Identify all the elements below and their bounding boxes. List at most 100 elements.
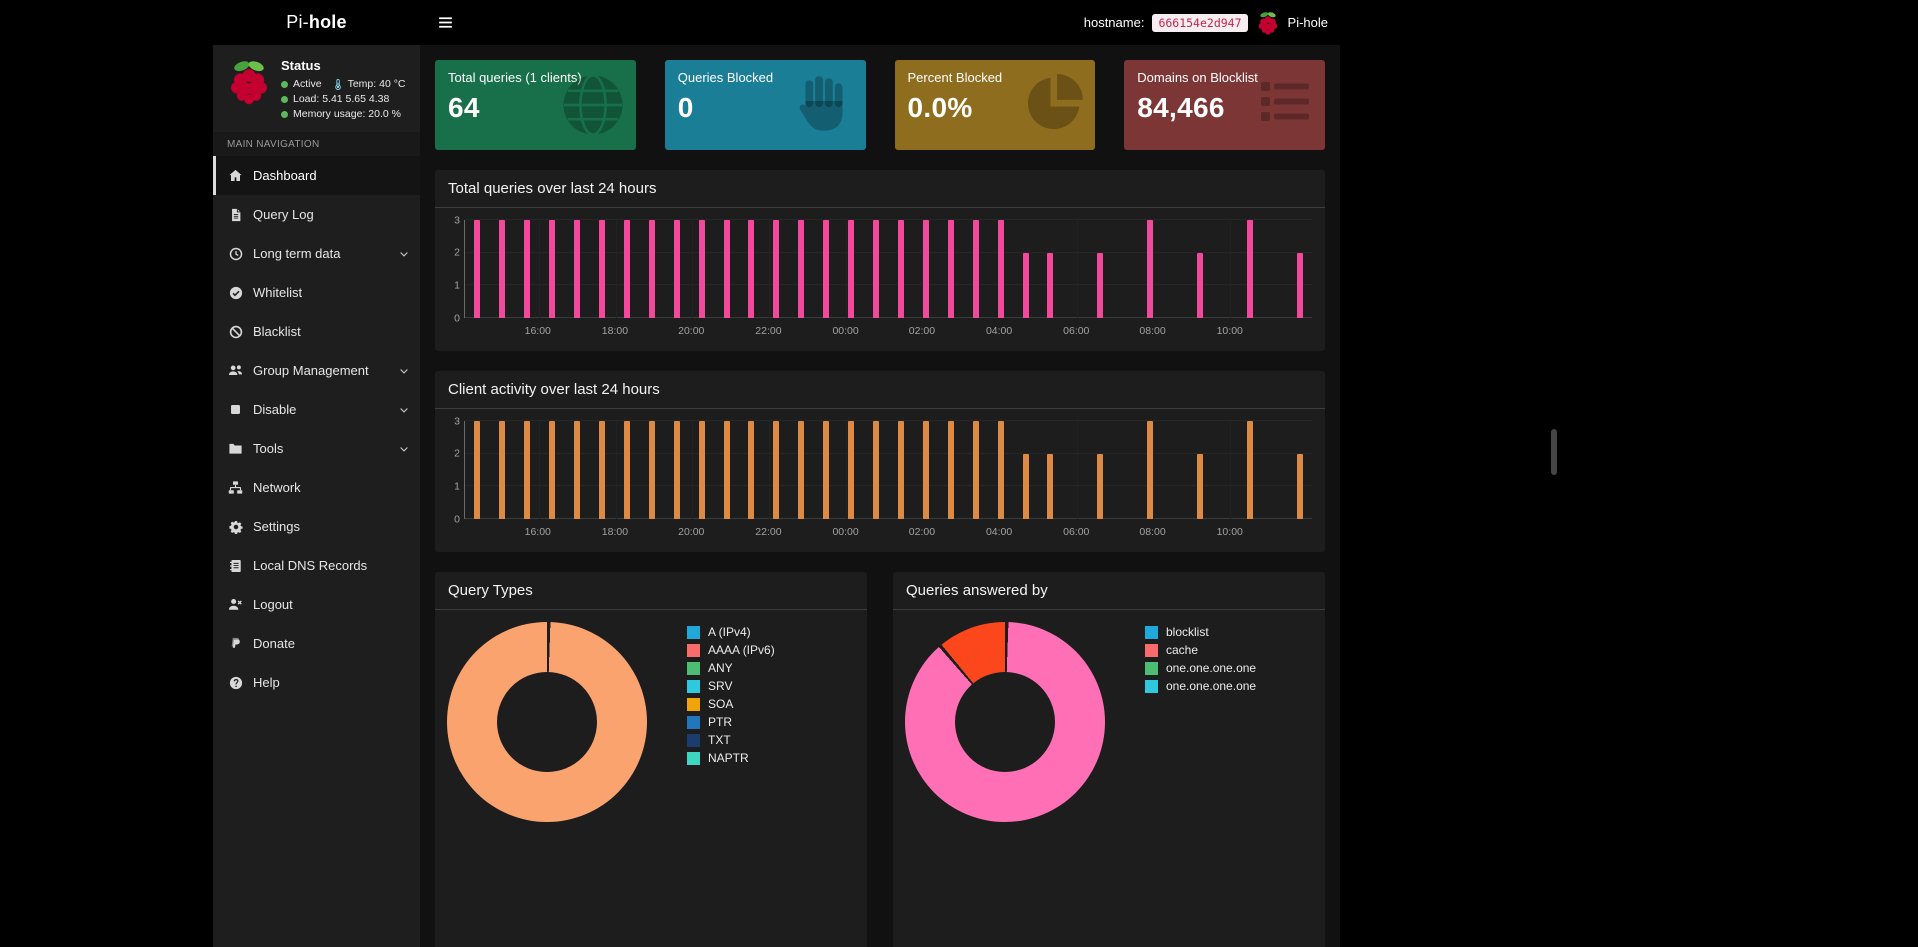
sidebar-item-label: Help [253,675,280,690]
logo-bold: hole [309,12,347,32]
sidebar-item-label: Query Log [253,207,314,222]
sidebar-item-help[interactable]: Help [213,663,420,702]
chart-bar [724,421,730,519]
y-tick-label: 3 [454,215,460,226]
chart-bar [898,421,904,519]
chart-bar [599,421,605,519]
user-times-icon [227,597,244,612]
legend-item-one-one-one-one[interactable]: one.one.one.one [1145,677,1256,695]
sidebar-item-blacklist[interactable]: Blacklist [213,312,420,351]
legend-item-ptr[interactable]: PTR [687,713,775,731]
y-tick-label: 2 [454,448,460,459]
sidebar-item-dashboard[interactable]: Dashboard [213,156,420,195]
legend-item-soa[interactable]: SOA [687,695,775,713]
panel-total-queries: Total queries over last 24 hours 0123 16… [435,170,1325,351]
x-tick-label: 16:00 [525,526,551,538]
chart-bar [773,220,779,318]
legend-label: A (IPv4) [708,625,751,639]
sidebar-item-label: Local DNS Records [253,558,367,573]
legend-item-any[interactable]: ANY [687,659,775,677]
queries-answered-by-donut-chart[interactable] [905,622,1105,822]
panel-queries-answered-by: Queries answered by blocklistcacheone.on… [893,572,1325,947]
legend-label: one.one.one.one [1166,661,1256,675]
gridline [465,219,1312,220]
chart-bar [948,220,954,318]
query-types-legend: A (IPv4) AAAA (IPv6)ANYSRVSOA PTR TXTNAPTR [687,622,775,822]
topbar: Pi-hole hostname: 666154e2d947 Pi-hole [213,0,1340,45]
legend-label: blocklist [1166,625,1209,639]
legend-swatch [1145,680,1158,693]
status-text: Memory usage: 20.0 % [293,108,401,120]
chart-bar [1297,454,1303,519]
scrollbar-thumb[interactable] [1551,429,1557,475]
sidebar-item-donate[interactable]: Donate [213,624,420,663]
chart-bar [923,220,929,318]
chart-bar [549,421,555,519]
brand-label: Pi-hole [1288,15,1328,30]
gridline [465,453,1312,454]
sidebar-item-tools[interactable]: Tools [213,429,420,468]
status-line: ActiveTemp: 40 °C [281,78,414,90]
queries-answered-by-legend: blocklist cache one.one.one.one one.one.one… [1145,622,1256,822]
x-tick-label: 00:00 [832,526,858,538]
question-icon [227,676,244,690]
donut-hole [955,672,1055,772]
panel-title: Total queries over last 24 hours [435,170,1325,208]
legend-item-one-one-one-one[interactable]: one.one.one.one [1145,659,1256,677]
x-tick-label: 08:00 [1139,526,1165,538]
sidebar-item-whitelist[interactable]: Whitelist [213,273,420,312]
topbar-right: hostname: 666154e2d947 Pi-hole [1084,10,1340,36]
status-dot [281,81,288,88]
legend-item-txt[interactable]: TXT [687,731,775,749]
legend-swatch [687,752,700,765]
stat-card-total-queries-1-clients: Total queries (1 clients)64 [435,60,636,150]
legend-swatch [1145,626,1158,639]
sidebar-item-label: Dashboard [253,168,317,183]
gridline [616,421,617,519]
chart-bar [948,421,954,519]
sidebar-item-settings[interactable]: Settings [213,507,420,546]
hamburger-menu-icon[interactable] [435,13,455,33]
x-tick-label: 20:00 [678,526,704,538]
legend-item-cache[interactable]: cache [1145,641,1256,659]
chart-bar [1097,253,1103,318]
x-tick-label: 18:00 [602,325,628,337]
chart-bar [574,421,580,519]
sidebar-item-disable[interactable]: Disable [213,390,420,429]
sidebar-item-group-management[interactable]: Group Management [213,351,420,390]
gridline [465,317,1312,318]
chart-bar [649,421,655,519]
gridline [692,421,693,519]
gridline [465,284,1312,285]
chart-bar [1023,454,1029,519]
legend-item-srv[interactable]: SRV [687,677,775,695]
legend-label: PTR [708,715,732,729]
sidebar-item-query-log[interactable]: Query Log [213,195,420,234]
pihole-logo-icon [226,56,272,108]
legend-swatch [687,680,700,693]
sidebar-item-long-term-data[interactable]: Long term data [213,234,420,273]
logo-prefix: Pi- [286,12,309,32]
legend-item-naptr[interactable]: NAPTR [687,749,775,767]
client-activity-over-time-chart[interactable]: 0123 16:0018:0020:0022:0000:0002:0004:00… [448,421,1312,542]
y-tick-label: 1 [454,481,460,492]
status-lines: ActiveTemp: 40 °CLoad: 5.41 5.65 4.38Mem… [281,78,414,120]
chevron-down-icon [398,365,410,377]
app-logo: Pi-hole [213,12,420,33]
sidebar-item-local-dns-records[interactable]: Local DNS Records [213,546,420,585]
chart-bar [1297,253,1303,318]
legend-item-blocklist[interactable]: blocklist [1145,623,1256,641]
panel-body: 0123 16:0018:0020:0022:0000:0002:0004:00… [435,409,1325,552]
legend-item-aaaa-ipv6[interactable]: AAAA (IPv6) [687,641,775,659]
chevron-down-icon [398,443,410,455]
chart-bar [873,421,879,519]
query-types-donut-chart[interactable] [447,622,647,822]
total-queries-over-time-chart[interactable]: 0123 16:0018:0020:0022:0000:0002:0004:00… [448,220,1312,341]
y-axis: 0123 [448,421,464,519]
sidebar-item-logout[interactable]: Logout [213,585,420,624]
legend-item-a-ipv4[interactable]: A (IPv4) [687,623,775,641]
chart-bar [873,220,879,318]
panel-body: blocklist cache one.one.one.one one.one.one… [893,610,1325,822]
check-circle-icon [227,286,244,300]
sidebar-item-network[interactable]: Network [213,468,420,507]
